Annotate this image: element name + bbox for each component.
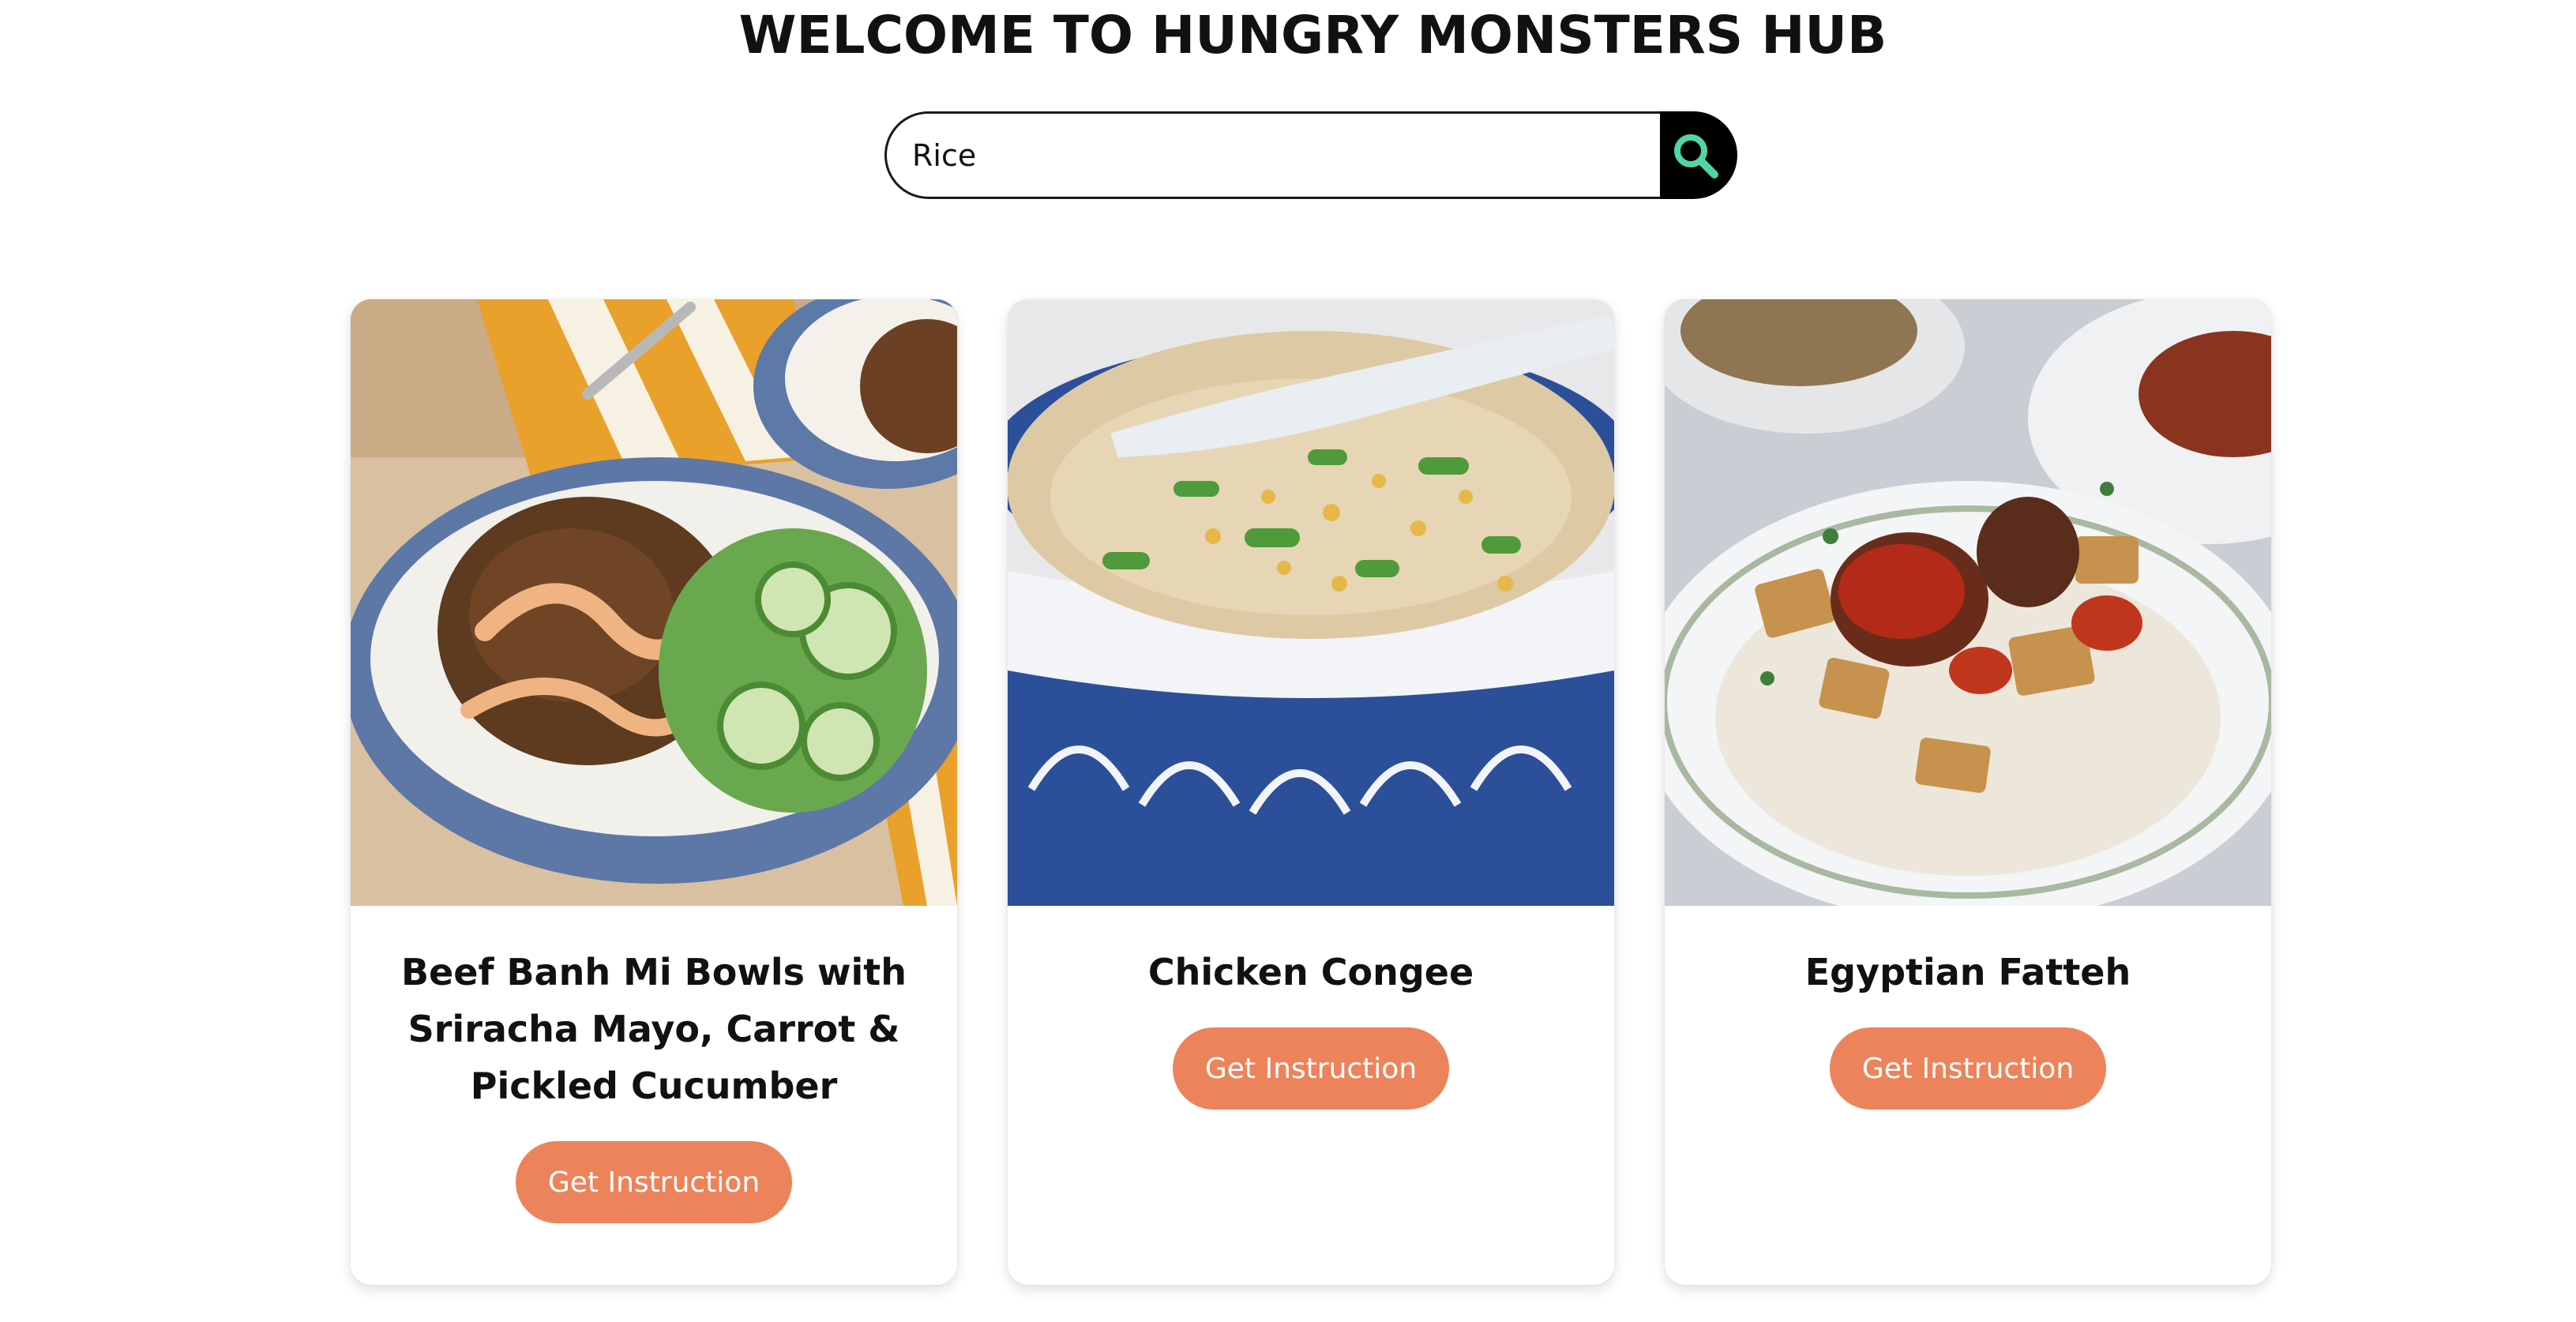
search-button[interactable]: [1660, 111, 1737, 199]
meal-image: [351, 299, 957, 906]
meal-name: Beef Banh Mi Bowls with Sriracha Mayo, C…: [401, 951, 907, 1107]
meal-name: Egyptian Fatteh: [1804, 951, 2131, 993]
meal-card: Egyptian Fatteh Get Instruction: [1665, 299, 2271, 1285]
page: WELCOME TO HUNGRY MONSTERS HUB Rice Beef…: [0, 0, 2576, 1322]
meal-results: Beef Banh Mi Bowls with Sriracha Mayo, C…: [0, 299, 2576, 1286]
get-instruction-button[interactable]: Get Instruction: [1830, 1027, 2106, 1110]
meal-image: [1008, 299, 1614, 906]
meal-card: Chicken Congee Get Instruction: [1008, 299, 1614, 1285]
search-icon: [1674, 133, 1718, 178]
get-instruction-button[interactable]: Get Instruction: [1173, 1027, 1449, 1110]
get-instruction-button[interactable]: Get Instruction: [516, 1141, 792, 1223]
meal-image: [1665, 299, 2271, 906]
meal-name: Chicken Congee: [1147, 951, 1474, 993]
page-title: WELCOME TO HUNGRY MONSTERS HUB: [738, 5, 1887, 66]
meal-card: Beef Banh Mi Bowls with Sriracha Mayo, C…: [351, 299, 957, 1285]
search-bar: [884, 111, 1737, 199]
search-input[interactable]: [884, 111, 1660, 199]
